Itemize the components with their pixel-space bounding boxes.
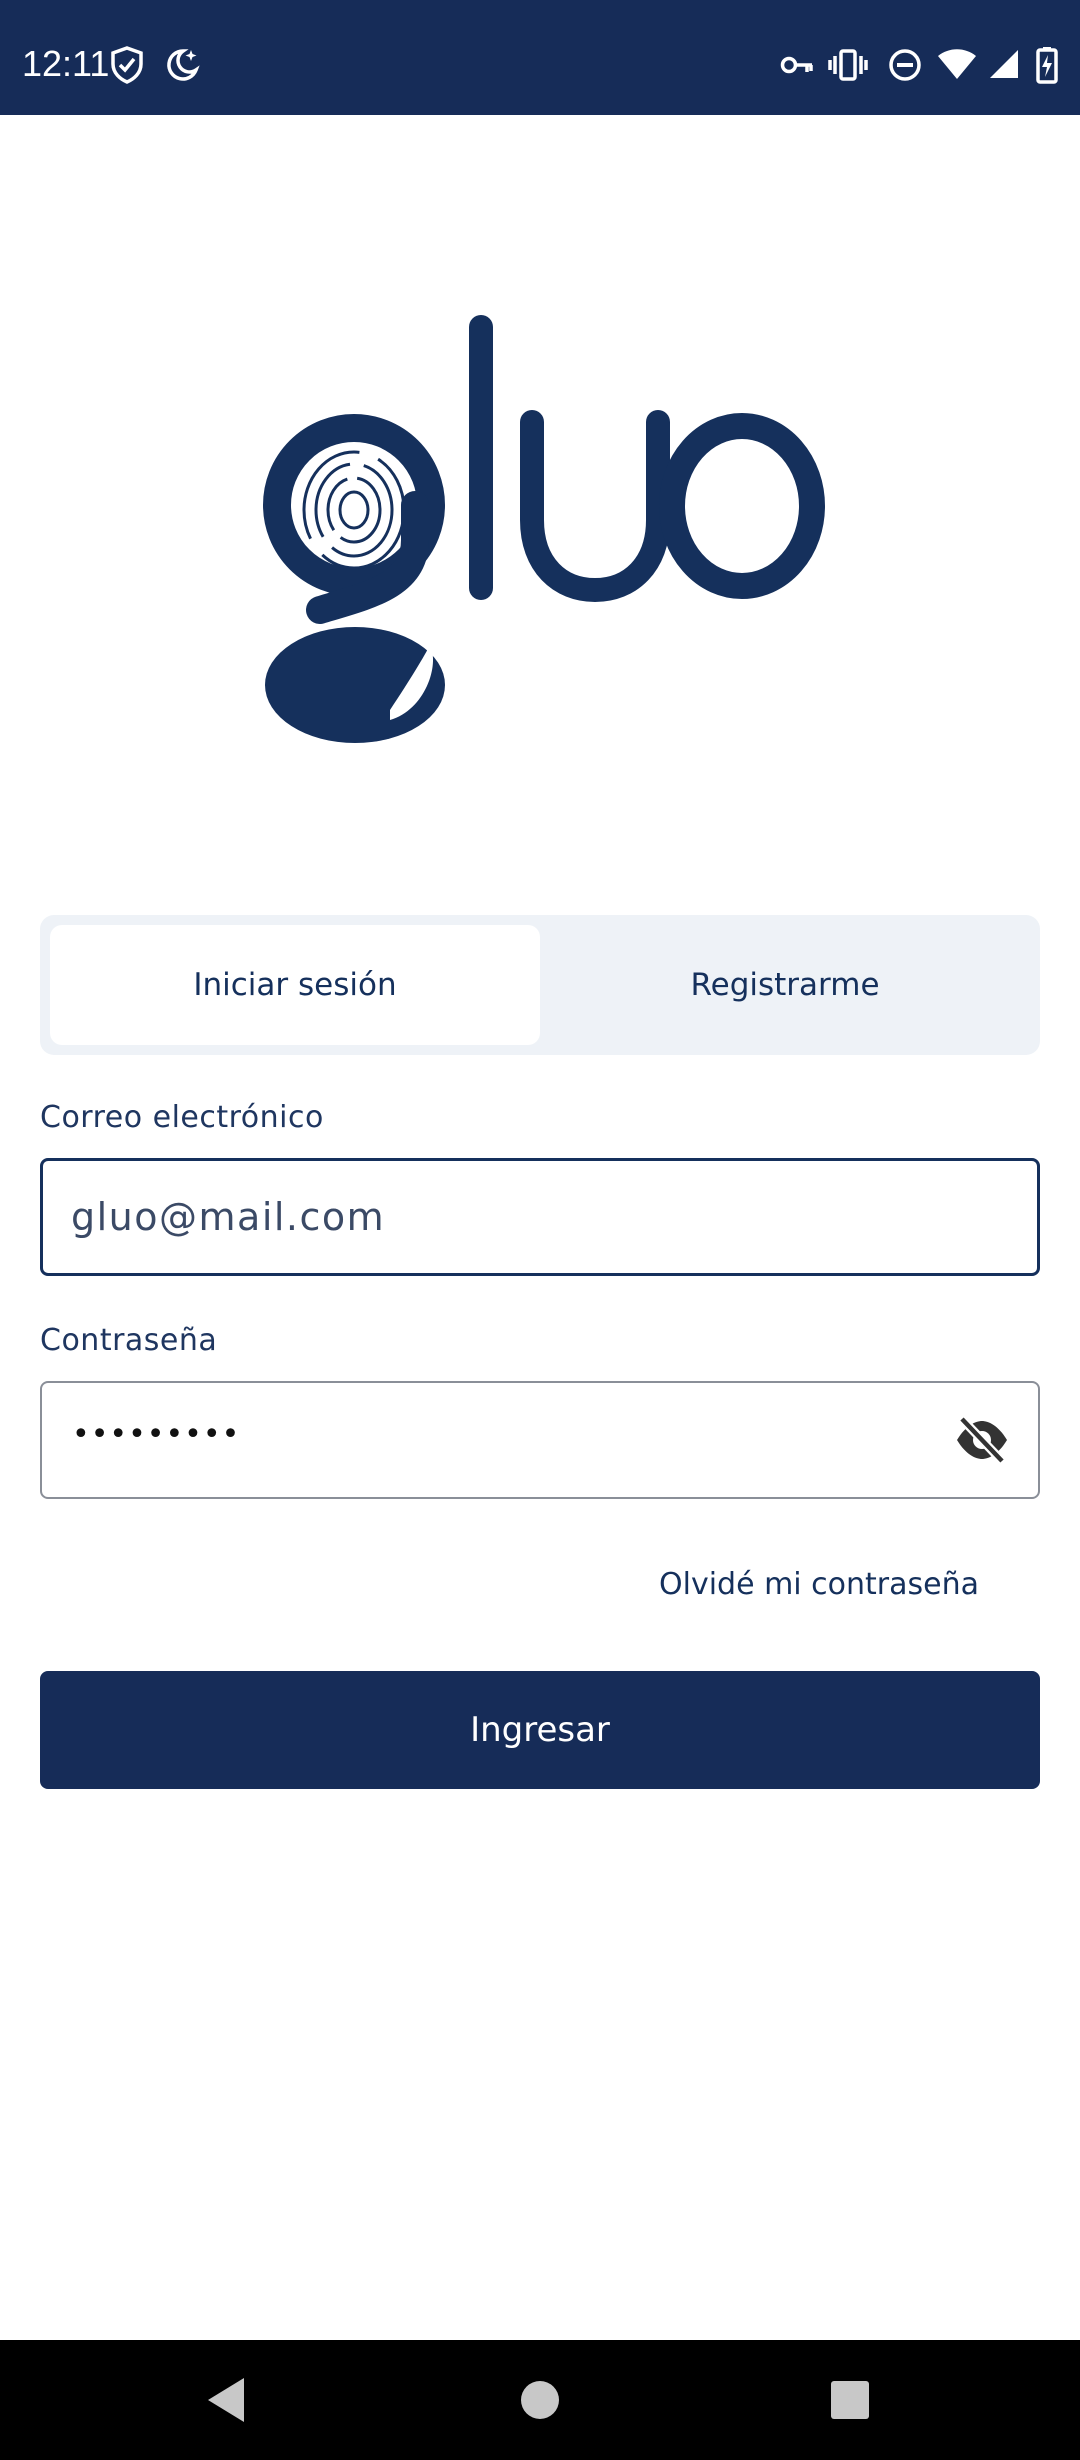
tab-register[interactable]: Registrarme — [540, 925, 1030, 1045]
password-field[interactable]: ••••••••• — [40, 1381, 1040, 1499]
shield-check-icon — [111, 46, 143, 84]
email-field-container — [40, 1158, 1040, 1276]
tab-login[interactable]: Iniciar sesión — [50, 925, 540, 1045]
email-input[interactable] — [71, 1161, 951, 1273]
status-time: 12:11 — [22, 43, 110, 84]
tab-login-label: Iniciar sesión — [193, 967, 397, 1003]
forgot-password-link[interactable]: Olvidé mi contraseña — [659, 1567, 979, 1602]
login-button[interactable]: Ingresar — [40, 1671, 1040, 1789]
battery-charging-icon — [1036, 47, 1058, 84]
status-bar: 12:11 — [0, 0, 1080, 115]
moon-icon — [167, 49, 200, 81]
wifi-icon — [938, 49, 976, 79]
system-nav-bar — [0, 2340, 1080, 2460]
auth-tabs: Iniciar sesión Registrarme — [40, 915, 1040, 1055]
vibrate-icon — [828, 49, 868, 81]
gluo-logo — [263, 315, 825, 743]
back-icon[interactable] — [196, 2370, 256, 2430]
do-not-disturb-icon — [889, 49, 921, 81]
home-icon[interactable] — [510, 2370, 570, 2430]
password-label: Contraseña — [40, 1323, 218, 1358]
eye-off-icon[interactable] — [954, 1415, 1010, 1465]
password-value: ••••••••• — [72, 1417, 241, 1452]
tab-register-label: Registrarme — [690, 967, 880, 1003]
recents-icon[interactable] — [820, 2370, 880, 2430]
signal-icon — [990, 50, 1018, 78]
email-label: Correo electrónico — [40, 1100, 324, 1135]
vpn-key-icon — [780, 56, 813, 74]
